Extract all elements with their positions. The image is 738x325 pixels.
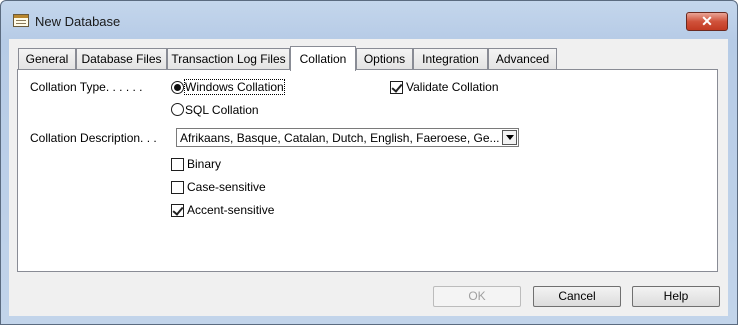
collation-description-label: Collation Description. . . bbox=[30, 131, 157, 145]
validate-collation-label[interactable]: Validate Collation bbox=[406, 80, 499, 94]
accent-sensitive-label[interactable]: Accent-sensitive bbox=[187, 203, 274, 217]
title-bar[interactable]: New Database ✕ bbox=[1, 1, 737, 35]
tab-transaction-log-files[interactable]: Transaction Log Files bbox=[167, 48, 290, 69]
tab-advanced[interactable]: Advanced bbox=[488, 48, 557, 69]
binary-checkbox[interactable] bbox=[171, 158, 184, 171]
windows-collation-radio[interactable] bbox=[171, 81, 184, 94]
window-title: New Database bbox=[35, 14, 121, 29]
tab-general[interactable]: General bbox=[18, 48, 76, 69]
sql-collation-radio[interactable] bbox=[171, 103, 184, 116]
case-sensitive-label[interactable]: Case-sensitive bbox=[187, 180, 266, 194]
tab-database-files[interactable]: Database Files bbox=[76, 48, 167, 69]
case-sensitive-checkbox[interactable] bbox=[171, 181, 184, 194]
chevron-down-icon[interactable] bbox=[502, 130, 517, 145]
database-icon bbox=[13, 14, 29, 27]
cancel-button[interactable]: Cancel bbox=[533, 286, 621, 307]
collation-type-label: Collation Type. . . . . . bbox=[30, 80, 143, 94]
accent-sensitive-checkbox[interactable] bbox=[171, 204, 184, 217]
binary-label[interactable]: Binary bbox=[187, 157, 221, 171]
collation-panel: Collation Type. . . . . . Windows Collat… bbox=[17, 69, 718, 272]
sql-collation-label[interactable]: SQL Collation bbox=[185, 103, 259, 117]
tab-integration[interactable]: Integration bbox=[413, 48, 488, 69]
ok-button[interactable]: OK bbox=[433, 286, 521, 307]
close-button[interactable]: ✕ bbox=[686, 12, 728, 31]
validate-collation-checkbox[interactable] bbox=[390, 81, 403, 94]
tab-collation[interactable]: Collation bbox=[290, 46, 356, 71]
help-button[interactable]: Help bbox=[632, 286, 720, 307]
collation-description-dropdown[interactable]: Afrikaans, Basque, Catalan, Dutch, Engli… bbox=[176, 128, 519, 147]
tab-options[interactable]: Options bbox=[356, 48, 413, 69]
windows-collation-label[interactable]: Windows Collation bbox=[184, 79, 285, 95]
dialog-body: General Database Files Transaction Log F… bbox=[9, 39, 728, 316]
new-database-dialog: New Database ✕ General Database Files Tr… bbox=[0, 0, 738, 325]
collation-description-value: Afrikaans, Basque, Catalan, Dutch, Engli… bbox=[180, 131, 500, 145]
